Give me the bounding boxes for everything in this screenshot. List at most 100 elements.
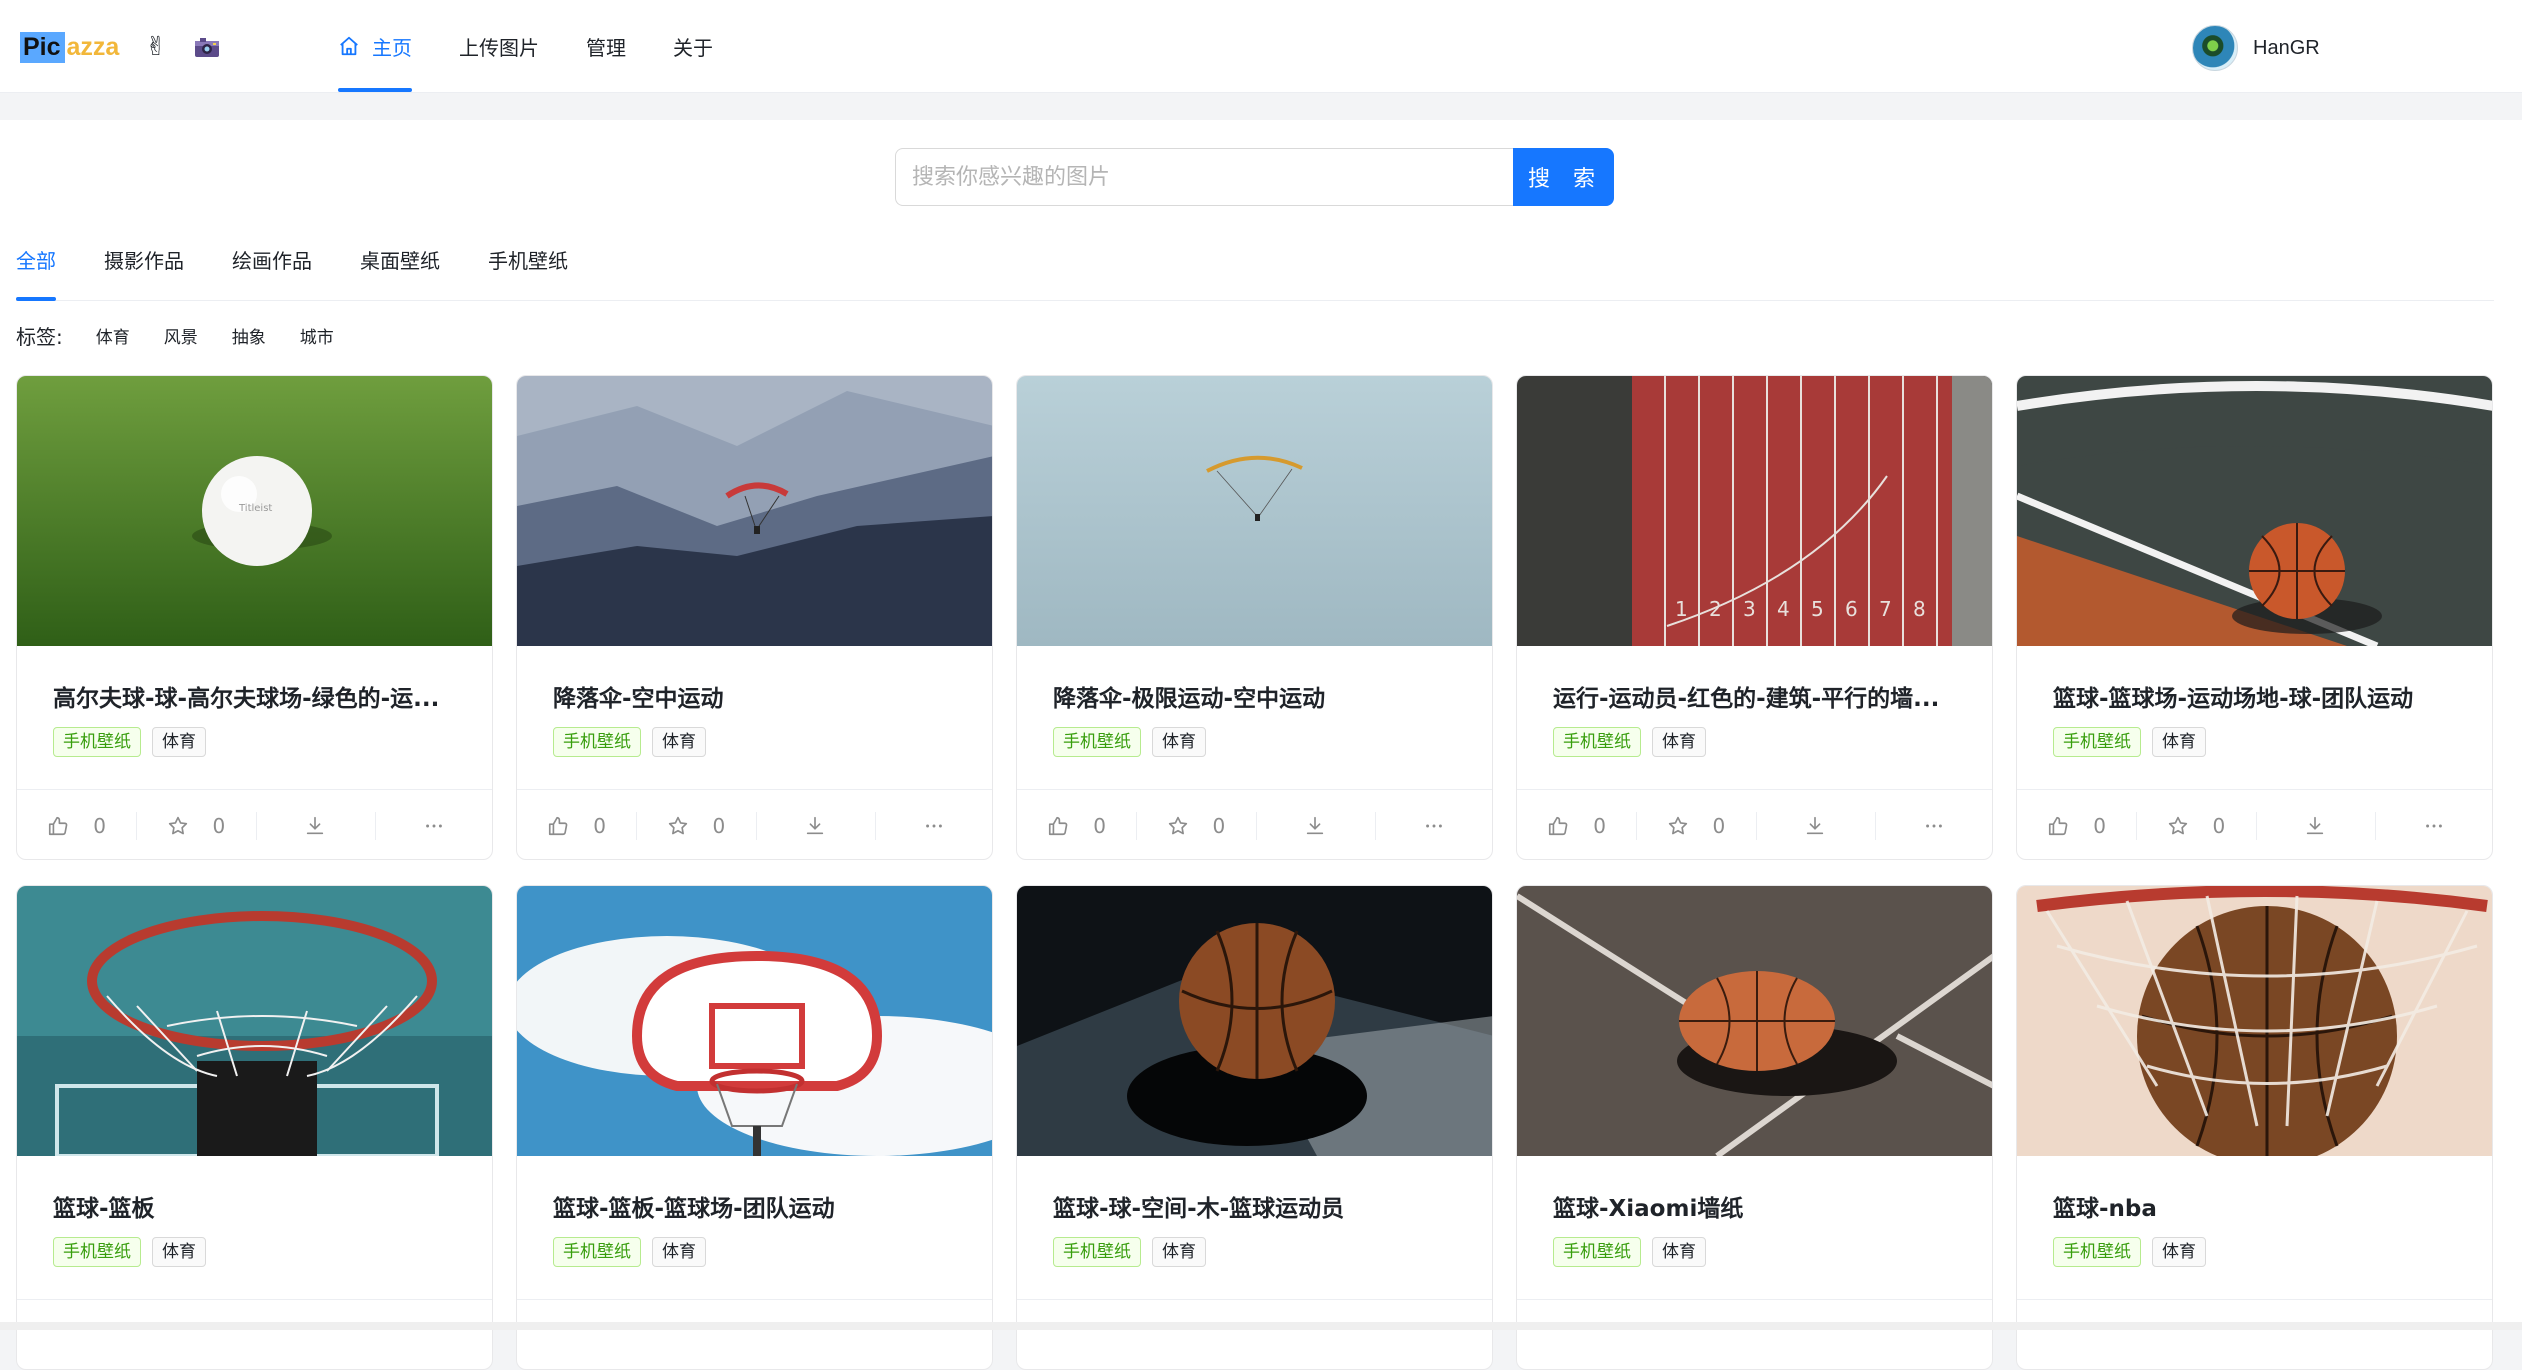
- tab-phone-wallpaper[interactable]: 手机壁纸: [488, 238, 568, 300]
- more-button[interactable]: [2374, 790, 2492, 859]
- tag-chip[interactable]: 体育: [1652, 1237, 1706, 1267]
- tab-photography[interactable]: 摄影作品: [104, 238, 184, 300]
- tab-desktop-wallpaper[interactable]: 桌面壁纸: [360, 238, 440, 300]
- download-button[interactable]: [755, 790, 875, 859]
- tag-chip[interactable]: 体育: [152, 1237, 206, 1267]
- like-count: 0: [93, 814, 106, 838]
- picture-card[interactable]: 降落伞-极限运动-空中运动 手机壁纸 体育 0 0: [1016, 375, 1493, 860]
- favorite-button[interactable]: 0: [1636, 790, 1755, 859]
- download-button[interactable]: [1255, 790, 1375, 859]
- picture-image[interactable]: [1017, 886, 1493, 1156]
- card-actions: 0 0: [17, 789, 492, 859]
- picture-image[interactable]: [17, 886, 493, 1156]
- picture-card[interactable]: 降落伞-空中运动 手机壁纸 体育 0 0: [516, 375, 993, 860]
- tab-painting[interactable]: 绘画作品: [232, 238, 312, 300]
- tag-scenery[interactable]: 风景: [153, 319, 209, 352]
- favorite-button[interactable]: 0: [136, 790, 255, 859]
- favorite-button[interactable]: 0: [2136, 790, 2255, 859]
- tag-chip[interactable]: 手机壁纸: [2053, 1237, 2141, 1267]
- like-button[interactable]: 0: [17, 790, 136, 859]
- tag-chip[interactable]: 手机壁纸: [553, 1237, 641, 1267]
- picture-card[interactable]: 篮球-nba 手机壁纸 体育: [2016, 885, 2493, 1370]
- picture-card[interactable]: 篮球-Xiaomi墙纸 手机壁纸 体育: [1516, 885, 1993, 1370]
- tab-all[interactable]: 全部: [16, 238, 56, 301]
- picture-image[interactable]: [1517, 886, 1993, 1156]
- favorite-button[interactable]: 0: [1136, 790, 1255, 859]
- card-tags: 手机壁纸 体育: [2053, 727, 2217, 757]
- card-title: 降落伞-极限运动-空中运动: [1053, 686, 1326, 712]
- more-button[interactable]: [374, 790, 492, 859]
- tag-chip[interactable]: 手机壁纸: [1553, 727, 1641, 757]
- tag-chip[interactable]: 体育: [652, 1237, 706, 1267]
- nav-about[interactable]: 关于: [673, 0, 713, 92]
- tag-chip[interactable]: 手机壁纸: [1053, 1237, 1141, 1267]
- thumb-up-icon: [1049, 816, 1068, 836]
- svg-text:2: 2: [1709, 597, 1722, 621]
- horizontal-scrollbar[interactable]: [0, 1322, 2522, 1330]
- like-count: 0: [593, 814, 606, 838]
- tag-chip[interactable]: 手机壁纸: [53, 727, 141, 757]
- picture-card[interactable]: 1234 5678 运行-运动员-红色的-建筑-平行的墙... 手机壁纸 体育 …: [1516, 375, 1993, 860]
- picture-card[interactable]: 篮球-球-空间-木-篮球运动员 手机壁纸 体育: [1016, 885, 1493, 1370]
- card-title: 篮球-Xiaomi墙纸: [1553, 1196, 1744, 1222]
- tag-chip[interactable]: 体育: [652, 727, 706, 757]
- more-button[interactable]: [1874, 790, 1992, 859]
- tag-chip[interactable]: 手机壁纸: [1053, 727, 1141, 757]
- tag-city[interactable]: 城市: [289, 319, 345, 352]
- category-tabs: 全部 摄影作品 绘画作品 桌面壁纸 手机壁纸: [16, 238, 2494, 301]
- picture-image[interactable]: 1234 5678: [1517, 376, 1993, 646]
- picture-image[interactable]: [2017, 376, 2493, 646]
- download-button[interactable]: [2255, 790, 2375, 859]
- picture-image[interactable]: [2017, 886, 2493, 1156]
- card-tags: 手机壁纸 体育: [1553, 727, 1717, 757]
- card-tags: 手机壁纸 体育: [553, 1237, 717, 1267]
- picture-image[interactable]: [517, 886, 993, 1156]
- tag-chip[interactable]: 手机壁纸: [1553, 1237, 1641, 1267]
- more-button[interactable]: [1374, 790, 1492, 859]
- picture-card[interactable]: 篮球-篮板-篮球场-团队运动 手机壁纸 体育: [516, 885, 993, 1370]
- star-icon: [1168, 816, 1187, 835]
- tag-chip[interactable]: 手机壁纸: [2053, 727, 2141, 757]
- app-logo[interactable]: Pic azza: [20, 30, 119, 64]
- thumb-up-icon: [549, 816, 568, 836]
- user-menu[interactable]: HanGR: [2192, 25, 2320, 71]
- tag-chip[interactable]: 体育: [152, 727, 206, 757]
- picture-image[interactable]: [517, 376, 993, 646]
- download-button[interactable]: [1755, 790, 1875, 859]
- tag-sports[interactable]: 体育: [85, 319, 141, 352]
- picture-card[interactable]: 篮球-篮球场-运动场地-球-团队运动 手机壁纸 体育 0 0: [2016, 375, 2493, 860]
- tag-chip[interactable]: 体育: [2152, 727, 2206, 757]
- like-button[interactable]: 0: [517, 790, 636, 859]
- more-button[interactable]: [874, 790, 992, 859]
- favorite-button[interactable]: 0: [636, 790, 755, 859]
- tag-chip[interactable]: 体育: [1152, 727, 1206, 757]
- tag-chip[interactable]: 手机壁纸: [53, 1237, 141, 1267]
- card-actions: 0 0: [1017, 789, 1492, 859]
- card-tags: 手机壁纸 体育: [53, 1237, 217, 1267]
- like-button[interactable]: 0: [2017, 790, 2136, 859]
- picture-card[interactable]: Titleist 高尔夫球-球-高尔夫球场-绿色的-运... 手机壁纸 体育 0…: [16, 375, 493, 860]
- like-button[interactable]: 0: [1517, 790, 1636, 859]
- tag-chip[interactable]: 体育: [1152, 1237, 1206, 1267]
- svg-text:7: 7: [1879, 597, 1892, 621]
- picture-card[interactable]: 篮球-篮板 手机壁纸 体育: [16, 885, 493, 1370]
- tag-chip[interactable]: 体育: [1652, 727, 1706, 757]
- picture-image[interactable]: Titleist: [17, 376, 493, 646]
- download-button[interactable]: [255, 790, 375, 859]
- card-tags: 手机壁纸 体育: [53, 727, 217, 757]
- nav-upload[interactable]: 上传图片: [459, 0, 539, 92]
- favorite-count: 0: [1212, 814, 1226, 838]
- tag-chip[interactable]: 体育: [2152, 1237, 2206, 1267]
- tag-chip[interactable]: 手机壁纸: [553, 727, 641, 757]
- like-button[interactable]: 0: [1017, 790, 1136, 859]
- nav-home[interactable]: 主页: [338, 0, 412, 92]
- card-actions: [1517, 1299, 1992, 1369]
- avatar[interactable]: [2192, 25, 2238, 71]
- nav-manage[interactable]: 管理: [586, 0, 626, 92]
- tag-abstract[interactable]: 抽象: [221, 319, 277, 352]
- picture-image[interactable]: [1017, 376, 1493, 646]
- card-title: 篮球-篮板-篮球场-团队运动: [553, 1196, 835, 1222]
- search-input[interactable]: [895, 148, 1513, 206]
- search-button[interactable]: 搜 索: [1513, 148, 1614, 206]
- main-nav: 主页 上传图片 管理 关于: [338, 0, 760, 92]
